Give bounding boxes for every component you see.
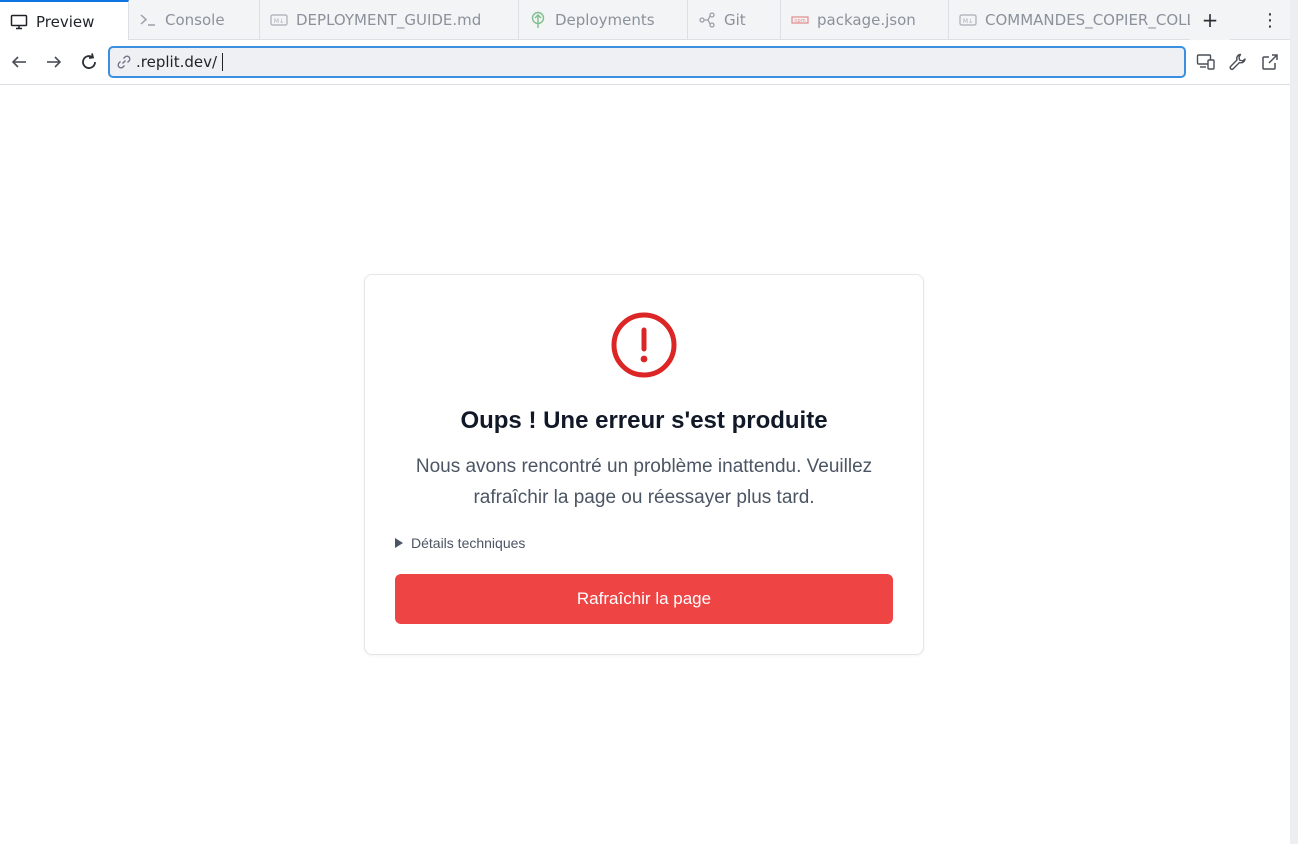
external-link-icon (1262, 54, 1278, 70)
tab-package-json[interactable]: npm package.json (781, 0, 949, 40)
tab-label: Preview (36, 12, 95, 31)
details-label: Détails techniques (411, 535, 526, 551)
address-bar: .replit.dev/ (0, 40, 1290, 85)
tab-label: COMMANDES_COPIER_COLL (985, 11, 1190, 29)
tab-preview[interactable]: Preview (0, 0, 129, 41)
svg-text:M↓: M↓ (274, 18, 284, 25)
tab-label: Deployments (555, 11, 655, 29)
plus-icon: + (1201, 8, 1219, 32)
new-tab-button[interactable]: + (1190, 0, 1230, 40)
technical-details-toggle[interactable]: Détails techniques (395, 535, 525, 551)
tab-console[interactable]: Console (129, 0, 260, 40)
error-message: Nous avons rencontré un problème inatten… (415, 456, 873, 508)
markdown-icon: M↓ (270, 11, 288, 29)
tab-label: DEPLOYMENT_GUIDE.md (296, 11, 482, 29)
back-button[interactable] (7, 50, 31, 74)
tab-commandes-copier-coller[interactable]: M↓ COMMANDES_COPIER_COLL (949, 0, 1190, 40)
git-icon (698, 11, 716, 29)
tab-deployment-guide[interactable]: M↓ DEPLOYMENT_GUIDE.md (260, 0, 519, 40)
url-input[interactable]: .replit.dev/ (108, 46, 1186, 78)
tab-label: Console (165, 11, 225, 29)
tab-deployments[interactable]: Deployments (519, 0, 688, 40)
wrench-icon (1229, 53, 1246, 70)
text-caret (222, 53, 224, 71)
browser-preview-pane: Preview Console M↓ DEPLOYMENT_GUIDE.md D… (0, 0, 1290, 844)
refresh-page-button[interactable]: Rafraîchir la page (395, 574, 893, 624)
arrow-left-icon (11, 56, 26, 68)
npm-icon: npm (791, 11, 809, 29)
device-toggle-button[interactable] (1194, 50, 1218, 74)
tab-bar: Preview Console M↓ DEPLOYMENT_GUIDE.md D… (0, 0, 1290, 41)
svg-text:M↓: M↓ (963, 18, 973, 25)
devices-icon (1196, 54, 1215, 70)
forward-button[interactable] (42, 50, 66, 74)
arrow-right-icon (47, 56, 62, 68)
terminal-icon (139, 11, 157, 29)
tab-git[interactable]: Git (688, 0, 781, 40)
more-vertical-icon: ⋮ (1261, 9, 1279, 31)
deployments-icon (529, 11, 547, 29)
error-title: Oups ! Une erreur s'est produite (460, 407, 828, 434)
error-card: Oups ! Une erreur s'est produite Nous av… (364, 274, 924, 655)
url-text: .replit.dev/ (136, 53, 218, 71)
reload-icon (82, 53, 96, 69)
alert-circle-icon (611, 312, 677, 378)
open-new-window-button[interactable] (1258, 50, 1282, 74)
markdown-icon: M↓ (959, 11, 977, 29)
tab-menu-button[interactable]: ⋮ (1250, 0, 1290, 40)
svg-text:npm: npm (794, 18, 805, 24)
link-icon (117, 55, 131, 69)
tab-label: Git (724, 11, 746, 29)
scrollbar[interactable] (1290, 0, 1298, 844)
devtools-button[interactable] (1226, 50, 1250, 74)
reload-button[interactable] (77, 50, 101, 74)
tab-label: package.json (817, 11, 916, 29)
monitor-icon (10, 13, 28, 31)
disclosure-triangle-icon (395, 538, 403, 548)
